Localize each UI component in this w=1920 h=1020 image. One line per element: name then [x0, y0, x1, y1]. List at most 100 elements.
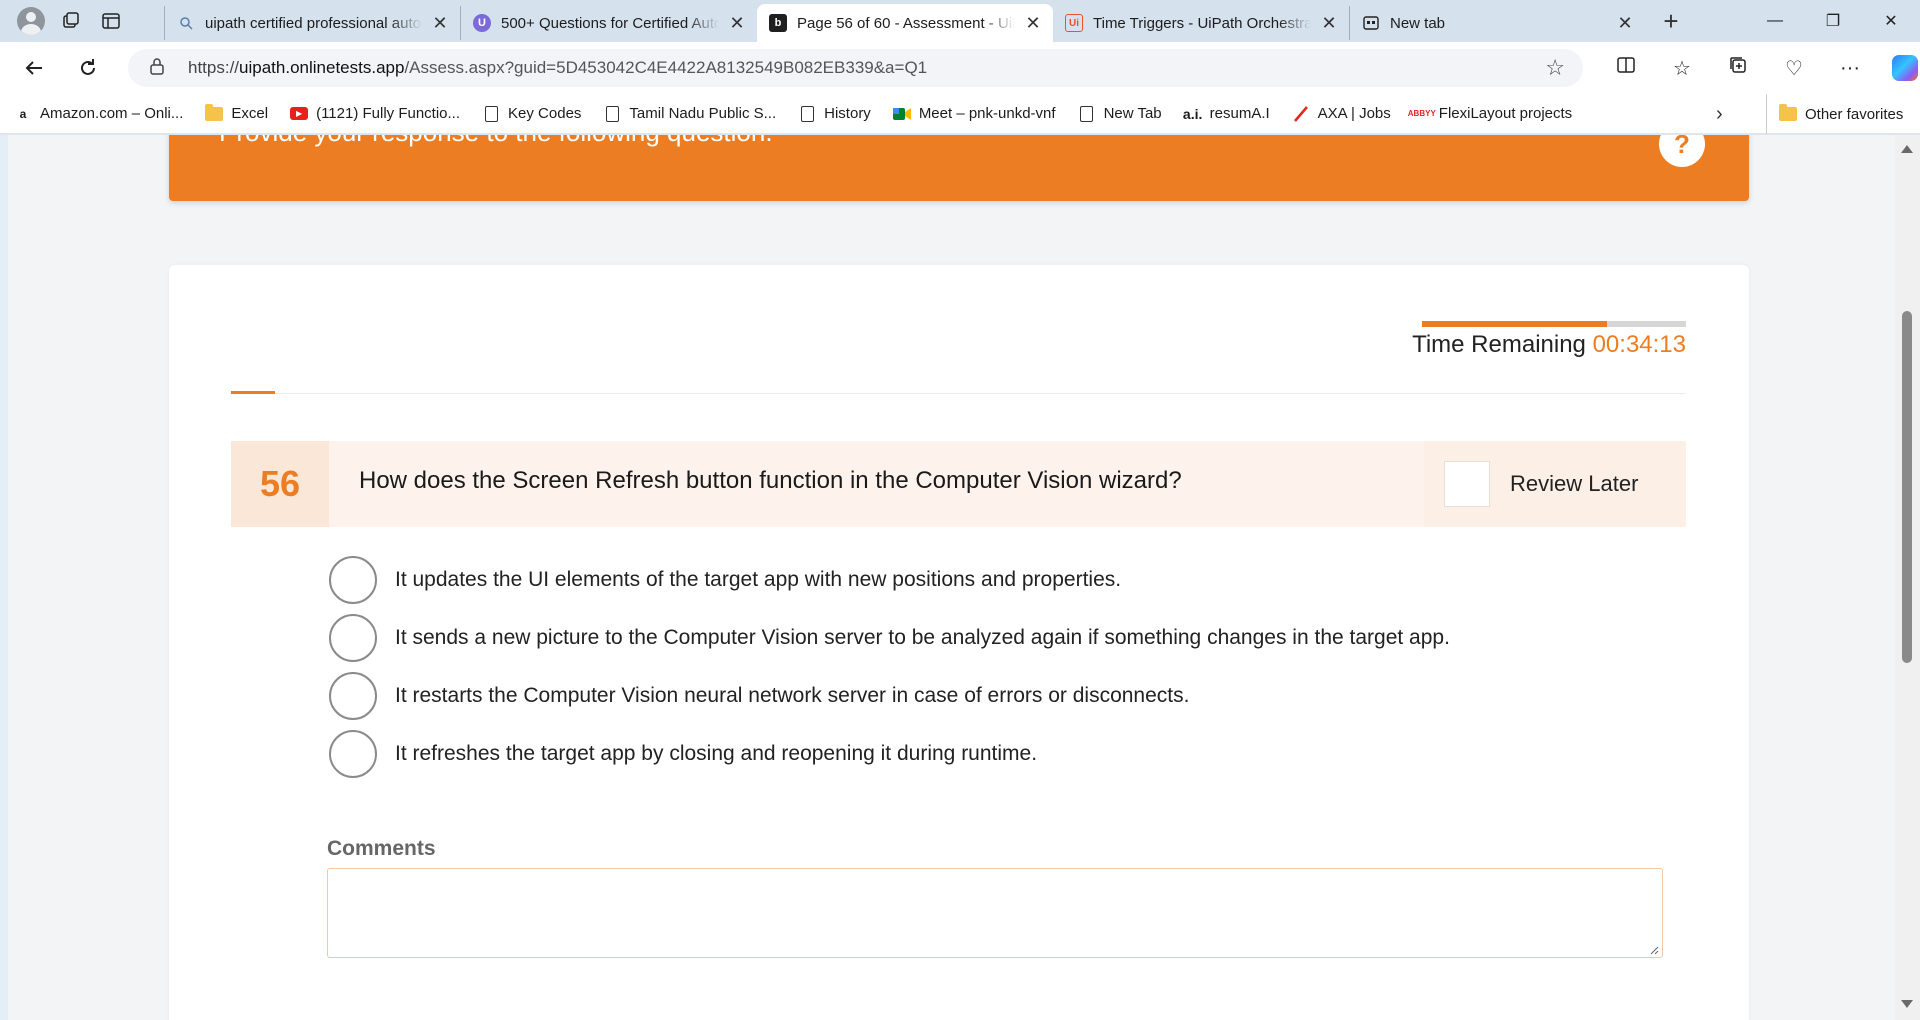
- close-window-button[interactable]: ✕: [1862, 0, 1920, 42]
- question-card: Time Remaining 00:34:13 56 How does the …: [169, 265, 1749, 1020]
- tab-4[interactable]: New tab ✕: [1349, 6, 1645, 40]
- copilot-icon[interactable]: [1892, 55, 1918, 81]
- option-text: It refreshes the target app by closing a…: [395, 742, 1038, 765]
- page-icon: [1078, 105, 1096, 122]
- url-path: /Assess.aspx?guid=5D453042C4E4422A813254…: [404, 58, 928, 77]
- close-icon[interactable]: ✕: [1615, 13, 1635, 34]
- answer-option[interactable]: It refreshes the target app by closing a…: [329, 729, 1037, 779]
- timer-value: 00:34:13: [1592, 331, 1686, 358]
- favorite-label: History: [824, 105, 871, 122]
- scroll-thumb[interactable]: [1902, 311, 1912, 663]
- favorite-item[interactable]: Tamil Nadu Public S...: [603, 105, 776, 122]
- back-button[interactable]: [10, 48, 58, 88]
- timer: Time Remaining 00:34:13: [1412, 331, 1686, 359]
- ai-icon: a.i.: [1182, 105, 1203, 122]
- favorite-star-icon[interactable]: ☆: [1545, 55, 1565, 81]
- comments-textarea[interactable]: [327, 868, 1663, 958]
- other-favorites-label: Other favorites: [1805, 105, 1904, 123]
- favorite-label: New Tab: [1103, 105, 1162, 122]
- favorite-item[interactable]: ABBYY FlexiLayout projects: [1408, 105, 1572, 122]
- option-text: It sends a new picture to the Computer V…: [395, 626, 1450, 649]
- option-text: It updates the UI elements of the target…: [395, 568, 1122, 591]
- favorite-item[interactable]: Key Codes: [482, 105, 581, 122]
- more-menu-icon[interactable]: ···: [1822, 57, 1878, 80]
- lock-icon[interactable]: [146, 57, 168, 79]
- favorite-label: resumA.I: [1209, 105, 1270, 122]
- favorite-item[interactable]: AXA | Jobs: [1292, 105, 1391, 122]
- answer-option[interactable]: It restarts the Computer Vision neural n…: [329, 671, 1189, 721]
- toolbar-actions: ☆ ♡ ···: [1598, 42, 1918, 94]
- minimize-button[interactable]: —: [1746, 0, 1804, 42]
- other-favorites[interactable]: Other favorites: [1766, 94, 1903, 134]
- browser-essentials-icon[interactable]: ♡: [1766, 56, 1822, 81]
- answer-option[interactable]: It sends a new picture to the Computer V…: [329, 613, 1450, 663]
- refresh-button[interactable]: [64, 48, 112, 88]
- b-icon: b: [769, 14, 787, 32]
- favorite-item[interactable]: ▶ (1121) Fully Functio...: [290, 105, 460, 122]
- favorite-label: Excel: [231, 105, 269, 122]
- favorites-bar: a Amazon.com – Onli... Excel ▶ (1121) Full…: [0, 94, 1920, 134]
- browser-toolbar: https://uipath.onlinetests.app/Assess.as…: [0, 42, 1920, 94]
- uipath-icon: Ui: [1065, 14, 1083, 32]
- favorite-item[interactable]: Excel: [205, 103, 269, 122]
- tab-title: Page 56 of 60 - Assessment - UiPa: [797, 14, 1015, 32]
- window-controls: — ❐ ✕: [1746, 0, 1920, 42]
- question-number: 56: [231, 441, 329, 527]
- avatar: [17, 7, 45, 35]
- instruction-banner: Provide your response to the following q…: [169, 135, 1749, 201]
- split-screen-icon[interactable]: [1598, 55, 1654, 81]
- comments-label: Comments: [327, 837, 436, 860]
- tab-actions-icon[interactable]: [94, 4, 128, 38]
- page-icon: [482, 105, 500, 122]
- timer-label: Time Remaining: [1412, 331, 1586, 358]
- favorite-label: Meet – pnk-unkd-vnf: [918, 105, 1056, 122]
- page-background: Provide your response to the following q…: [8, 135, 1900, 1020]
- tab-1[interactable]: U 500+ Questions for Certified Autc ✕: [460, 6, 757, 40]
- restore-button[interactable]: ❐: [1804, 0, 1862, 42]
- folder-icon: [1779, 104, 1797, 121]
- page-icon: [603, 105, 621, 122]
- vertical-scrollbar[interactable]: [1895, 135, 1920, 1020]
- answer-option[interactable]: It updates the UI elements of the target…: [329, 555, 1121, 605]
- divider: [231, 393, 1686, 394]
- tab-2[interactable]: b Page 56 of 60 - Assessment - UiPa ✕: [757, 4, 1053, 42]
- favorite-item[interactable]: a Amazon.com – Onli...: [14, 105, 184, 122]
- close-icon[interactable]: ✕: [727, 13, 747, 34]
- favorite-item[interactable]: a.i. resumA.I: [1182, 105, 1270, 122]
- favorite-item[interactable]: New Tab: [1078, 105, 1162, 122]
- close-icon[interactable]: ✕: [430, 13, 450, 34]
- close-icon[interactable]: ✕: [1023, 13, 1043, 34]
- review-later-checkbox[interactable]: [1444, 461, 1490, 507]
- scroll-down-icon[interactable]: [1901, 1000, 1913, 1008]
- favorite-label: Tamil Nadu Public S...: [629, 105, 777, 122]
- address-bar[interactable]: https://uipath.onlinetests.app/Assess.as…: [128, 49, 1583, 87]
- radio-button[interactable]: [329, 672, 377, 720]
- axa-icon: [1292, 105, 1310, 122]
- favorite-item[interactable]: History: [798, 105, 871, 122]
- question-row: 56 How does the Screen Refresh button fu…: [231, 441, 1686, 527]
- radio-button[interactable]: [329, 730, 377, 778]
- workspaces-icon[interactable]: [54, 4, 88, 38]
- favorites-icon[interactable]: ☆: [1654, 56, 1710, 81]
- banner-text: Provide your response to the following q…: [219, 135, 773, 148]
- question-text: How does the Screen Refresh button funct…: [359, 467, 1182, 494]
- collections-icon[interactable]: [1710, 55, 1766, 81]
- new-tab-button[interactable]: +: [1651, 6, 1691, 37]
- youtube-icon: ▶: [290, 106, 309, 122]
- favorites-overflow-chevron-icon[interactable]: ›: [1716, 94, 1723, 134]
- help-button[interactable]: ?: [1659, 135, 1705, 167]
- scroll-up-icon[interactable]: [1901, 145, 1913, 153]
- resize-grip-icon[interactable]: [1649, 945, 1659, 955]
- tab-3[interactable]: Ui Time Triggers - UiPath Orchestrat ✕: [1053, 6, 1349, 40]
- tab-0[interactable]: uipath certified professional auto ✕: [164, 6, 460, 40]
- radio-button[interactable]: [329, 556, 377, 604]
- url-scheme: https://: [188, 58, 240, 77]
- favorite-label: Key Codes: [508, 105, 582, 122]
- profile-avatar[interactable]: [14, 4, 48, 38]
- amazon-icon: a: [19, 106, 27, 121]
- url-host: uipath.onlinetests.app: [239, 58, 405, 77]
- close-icon[interactable]: ✕: [1319, 13, 1339, 34]
- review-later[interactable]: Review Later: [1424, 441, 1686, 527]
- radio-button[interactable]: [329, 614, 377, 662]
- favorite-item[interactable]: Meet – pnk-unkd-vnf: [892, 105, 1056, 122]
